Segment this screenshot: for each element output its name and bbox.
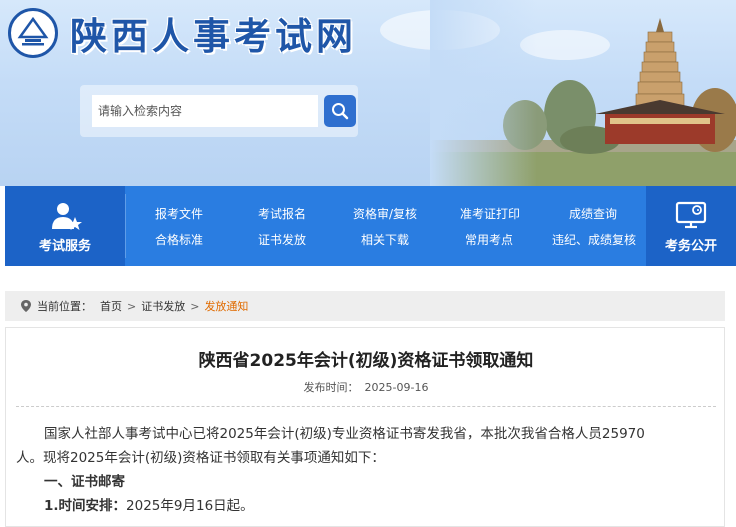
article-item: 1.时间安排：2025年9月16日起。 — [44, 494, 254, 518]
title-divider — [16, 406, 716, 407]
main-navigation: 考试服务 报考文件 合格标准 考试报名 证书发放 资格审/复核 相关下载 准考证… — [5, 186, 736, 266]
search-bar — [80, 85, 358, 137]
nav-link-exam-registration[interactable]: 考试报名 — [258, 205, 306, 222]
breadcrumb: 当前位置： 首页 > 证书发放 > 发放通知 — [5, 291, 725, 321]
nav-link-admission-ticket[interactable]: 准考证打印 — [460, 205, 520, 222]
exam-service-icon — [52, 203, 82, 230]
breadcrumb-current[interactable]: 发放通知 — [204, 298, 248, 314]
breadcrumb-separator: > — [127, 299, 137, 313]
exam-affairs-public-button[interactable]: 考务公开 — [646, 186, 736, 266]
article-paragraph-line: 人。现将2025年会计(初级)资格证书领取有关事项通知如下： — [16, 450, 385, 466]
item-text: 2025年9月16日起。 — [126, 498, 254, 514]
nav-link-certificate-issuance[interactable]: 证书发放 — [258, 231, 306, 248]
nav-link-exam-documents[interactable]: 报考文件 — [155, 205, 203, 222]
exam-service-button[interactable]: 考试服务 — [5, 186, 125, 266]
breadcrumb-prefix: 当前位置： — [37, 300, 92, 313]
nav-link-downloads[interactable]: 相关下载 — [361, 231, 409, 248]
breadcrumb-separator: > — [190, 299, 200, 313]
location-pin-icon — [21, 300, 31, 312]
nav-link-score-query[interactable]: 成绩查询 — [569, 205, 617, 222]
breadcrumb-certificate-issuance[interactable]: 证书发放 — [141, 298, 185, 314]
publish-label: 发布时间： — [303, 381, 359, 394]
section-heading: 一、证书邮寄 — [44, 474, 125, 490]
nav-link-qualification-review[interactable]: 资格审/复核 — [353, 205, 417, 222]
search-button[interactable] — [324, 95, 356, 127]
pagoda-scenery-image — [430, 0, 736, 186]
monitor-icon — [675, 201, 707, 229]
nav-link-passing-standard[interactable]: 合格标准 — [155, 231, 203, 248]
item-label: 1.时间安排： — [44, 498, 127, 514]
publish-date: 2025-09-16 — [364, 381, 429, 394]
article-title: 陕西省2025年会计(初级)资格证书领取通知 — [198, 351, 534, 371]
nav-divider — [125, 194, 126, 258]
logo-emblem-icon — [8, 8, 58, 58]
article-paragraph-line: 国家人社部人事考试中心已将2025年会计(初级)专业资格证书寄发我省，本批次我省… — [44, 426, 645, 442]
search-input[interactable] — [92, 95, 318, 127]
publish-info: 发布时间： 2025-09-16 — [6, 379, 726, 395]
site-title: 陕西人事考试网 — [70, 15, 357, 58]
site-banner: 陕西人事考试网 — [0, 0, 736, 186]
search-icon — [332, 103, 349, 120]
article-panel: 陕西省2025年会计(初级)资格证书领取通知 发布时间： 2025-09-16 国… — [5, 327, 725, 527]
site-logo[interactable]: 陕西人事考试网 — [8, 6, 357, 60]
exam-affairs-public-label: 考务公开 — [664, 239, 717, 254]
nav-link-score-review[interactable]: 违纪、成绩复核 — [552, 231, 636, 248]
nav-link-exam-sites[interactable]: 常用考点 — [465, 231, 513, 248]
exam-service-label: 考试服务 — [38, 239, 91, 254]
breadcrumb-home[interactable]: 首页 — [100, 298, 122, 314]
